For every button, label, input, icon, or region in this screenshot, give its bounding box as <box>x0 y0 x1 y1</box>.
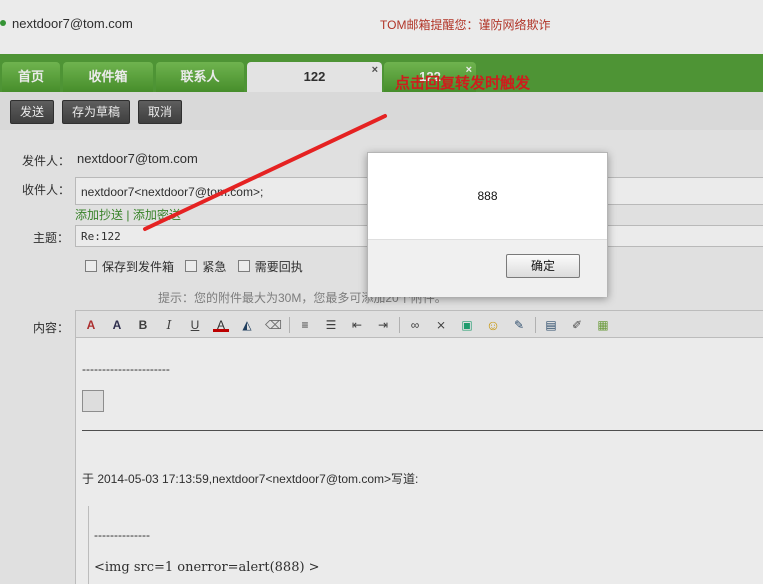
ok-button[interactable]: 确定 <box>506 254 580 278</box>
dialog-footer: 确定 <box>368 239 607 297</box>
annotation-line <box>143 114 387 231</box>
alert-message: 888 <box>477 189 498 203</box>
alert-dialog: 888 确定 <box>367 152 608 297</box>
